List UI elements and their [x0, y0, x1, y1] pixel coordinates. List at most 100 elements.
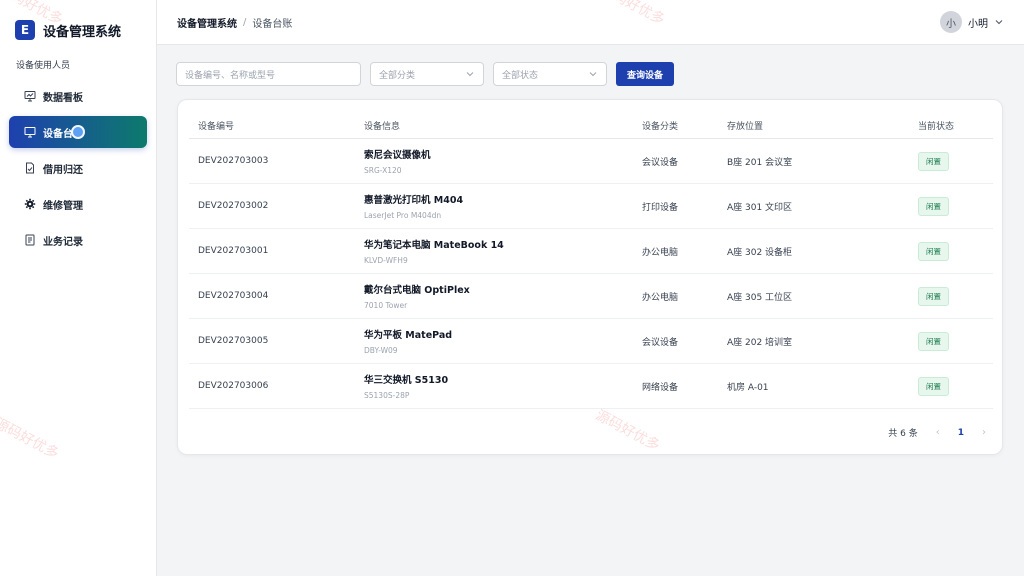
device-info: 华为平板 MatePad DBY-W09: [364, 327, 642, 355]
status-badge: 闲置: [918, 286, 949, 306]
table-row[interactable]: DEV202703002 惠普激光打印机 M404 LaserJet Pro M…: [189, 184, 993, 229]
sidebar-item-borrow-return[interactable]: 借用归还: [9, 152, 147, 184]
device-info: 华为笔记本电脑 MateBook 14 KLVD-WFH9: [364, 237, 642, 265]
sidebar: E 设备管理系统 设备使用人员 数据看板 设备台 借用归还 维修管理 业务记录: [0, 0, 157, 576]
breadcrumb-root[interactable]: 设备管理系统: [177, 15, 237, 30]
device-category: 会议设备: [642, 157, 679, 168]
device-info: 惠普激光打印机 M404 LaserJet Pro M404dn: [364, 192, 642, 220]
avatar: 小: [940, 11, 962, 33]
device-info: 华三交换机 S5130 S5130S-28P: [364, 372, 642, 400]
device-location: A座 302 设备柜: [727, 247, 793, 258]
device-category: 会议设备: [642, 337, 679, 348]
device-table-card: 设备编号 设备信息 设备分类 存放位置 当前状态 DEV202703003 索尼…: [177, 99, 1003, 455]
column-header-id: 设备编号: [198, 122, 235, 132]
column-header-category: 设备分类: [642, 122, 679, 132]
device-name: 索尼会议摄像机: [364, 150, 431, 161]
pagination-total: 共 6 条: [888, 429, 918, 439]
device-id: DEV202703003: [198, 156, 269, 166]
sidebar-item-label: 设备台: [43, 128, 73, 140]
device-location: A座 202 培训室: [727, 337, 793, 348]
sidebar-item-device-ledger[interactable]: 设备台: [9, 116, 147, 148]
device-id: DEV202703002: [198, 201, 269, 211]
device-model: KLVD-WFH9: [364, 256, 408, 265]
device-location: B座 201 会议室: [727, 157, 793, 168]
pagination-prev-button[interactable]: ‹: [936, 427, 940, 438]
table-row[interactable]: DEV202703001 华为笔记本电脑 MateBook 14 KLVD-WF…: [189, 229, 993, 274]
status-badge: 闲置: [918, 331, 949, 351]
monitor-icon: [24, 126, 36, 138]
device-model: SRG-X120: [364, 166, 402, 175]
device-name: 华为笔记本电脑 MateBook 14: [364, 240, 504, 251]
sidebar-item-label: 维修管理: [43, 200, 83, 212]
category-select[interactable]: 全部分类: [370, 62, 484, 86]
device-id: DEV202703001: [198, 246, 269, 256]
device-model: DBY-W09: [364, 346, 398, 355]
device-category: 网络设备: [642, 382, 679, 393]
device-location: 机房 A-01: [727, 382, 769, 393]
device-model: LaserJet Pro M404dn: [364, 211, 442, 220]
brand-logo: E: [15, 20, 35, 40]
status-badge: 闲置: [918, 151, 949, 171]
device-id: DEV202703005: [198, 336, 269, 346]
table-row[interactable]: DEV202703003 索尼会议摄像机 SRG-X120 会议设备 B座 20…: [189, 139, 993, 184]
device-model: 7010 Tower: [364, 301, 408, 310]
user-name: 小明: [968, 18, 988, 30]
device-info: 戴尔台式电脑 OptiPlex 7010 Tower: [364, 282, 642, 310]
chevron-down-icon: [995, 20, 1003, 25]
sidebar-item-dashboard[interactable]: 数据看板: [9, 80, 147, 112]
device-category: 办公电脑: [642, 247, 679, 258]
cursor-indicator: [71, 125, 85, 139]
device-status: 闲置: [918, 241, 993, 261]
device-info: 索尼会议摄像机 SRG-X120: [364, 147, 642, 175]
document-list-icon: [24, 234, 36, 246]
device-name: 戴尔台式电脑 OptiPlex: [364, 285, 470, 296]
status-badge: 闲置: [918, 196, 949, 216]
device-name: 华为平板 MatePad: [364, 330, 453, 341]
table-row[interactable]: DEV202703006 华三交换机 S5130 S5130S-28P 网络设备…: [189, 364, 993, 409]
device-status: 闲置: [918, 331, 993, 351]
breadcrumb: 设备管理系统 / 设备台账: [177, 15, 292, 30]
status-badge: 闲置: [918, 376, 949, 396]
sidebar-nav: 数据看板 设备台 借用归还 维修管理 业务记录: [9, 80, 147, 260]
device-status: 闲置: [918, 196, 993, 216]
column-header-status: 当前状态: [918, 122, 955, 132]
table-header: 设备编号 设备信息 设备分类 存放位置 当前状态: [189, 113, 993, 139]
pagination: 共 6 条 ‹ 1 ›: [888, 426, 986, 439]
device-category: 打印设备: [642, 202, 679, 213]
device-name: 惠普激光打印机 M404: [364, 195, 464, 206]
sidebar-item-label: 借用归还: [43, 164, 83, 176]
table-row[interactable]: DEV202703005 华为平板 MatePad DBY-W09 会议设备 A…: [189, 319, 993, 364]
presentation-chart-icon: [24, 90, 36, 102]
device-location: A座 305 工位区: [727, 292, 793, 303]
search-input[interactable]: 设备编号、名称或型号: [176, 62, 361, 86]
document-check-icon: [24, 162, 36, 174]
sidebar-section-label: 设备使用人员: [16, 61, 71, 71]
pagination-page-1[interactable]: 1: [958, 428, 964, 438]
device-id: DEV202703004: [198, 291, 269, 301]
status-badge: 闲置: [918, 241, 949, 261]
sidebar-item-label: 数据看板: [43, 92, 83, 104]
device-location: A座 301 文印区: [727, 202, 793, 213]
device-status: 闲置: [918, 151, 993, 171]
column-header-info: 设备信息: [364, 122, 401, 132]
user-menu[interactable]: 小 小明: [940, 11, 1004, 33]
breadcrumb-current: 设备台账: [252, 19, 293, 30]
column-header-location: 存放位置: [727, 122, 764, 132]
sidebar-item-records[interactable]: 业务记录: [9, 224, 147, 256]
sidebar-item-label: 业务记录: [43, 236, 83, 248]
pagination-next-button[interactable]: ›: [982, 427, 986, 438]
device-id: DEV202703006: [198, 381, 269, 391]
device-status: 闲置: [918, 286, 993, 306]
device-table: 设备编号 设备信息 设备分类 存放位置 当前状态 DEV202703003 索尼…: [189, 113, 993, 409]
device-status: 闲置: [918, 376, 993, 396]
filter-bar: 设备编号、名称或型号 全部分类 全部状态 查询设备: [176, 62, 675, 86]
brand[interactable]: E 设备管理系统: [15, 20, 121, 40]
table-row[interactable]: DEV202703004 戴尔台式电脑 OptiPlex 7010 Tower …: [189, 274, 993, 319]
sidebar-item-repair[interactable]: 维修管理: [9, 188, 147, 220]
top-header: 设备管理系统 / 设备台账 小 小明: [157, 0, 1024, 45]
device-model: S5130S-28P: [364, 391, 410, 400]
status-select[interactable]: 全部状态: [493, 62, 607, 86]
category-select-value: 全部分类: [379, 70, 416, 81]
status-select-value: 全部状态: [502, 70, 539, 81]
query-button[interactable]: 查询设备: [616, 62, 675, 86]
